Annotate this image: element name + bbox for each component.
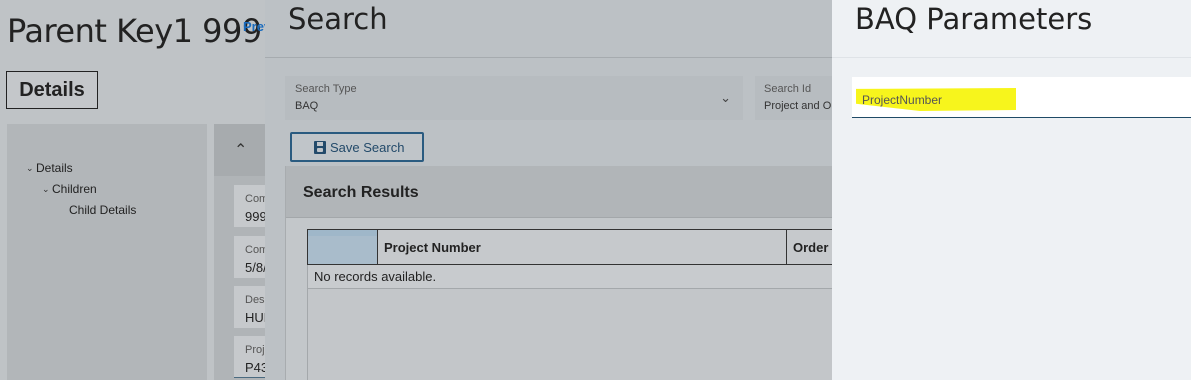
baq-title: BAQ Parameters [855,2,1093,36]
project-number-parameter-input[interactable]: ProjectNumber [852,77,1191,118]
baq-header: BAQ Parameters [832,0,1191,58]
tree-item-child-details[interactable]: Child Details [69,203,136,217]
form-field-project[interactable]: Proj P43 [234,336,265,378]
field-value: HUN [245,310,265,325]
chevron-up-icon: ⌃ [234,142,248,159]
search-results-header: Search Results [286,166,833,218]
field-value: P43 [245,360,265,375]
page-title: Parent Key1 999 [7,12,262,50]
field-value: 5/8/ [245,260,265,275]
field-label: Desi [245,294,265,306]
search-results-title: Search Results [303,184,419,201]
grid-empty-message: No records available. [307,265,833,289]
grid-header-project-number[interactable]: Project Number [378,230,787,264]
field-label: Com [245,193,265,205]
search-type-select[interactable]: Search Type BAQ ⌄ [285,76,743,120]
field-label: Proj [245,344,265,356]
collapse-button[interactable]: ⌃ [214,124,265,176]
chevron-down-icon: ⌄ [720,90,731,105]
save-search-label: Save Search [330,139,405,155]
tree-item-label: Child Details [69,203,137,217]
tree-item-children[interactable]: ⌄ Children [42,182,97,196]
search-id-value: Project and O [764,100,832,112]
search-id-label: Search Id [764,83,812,95]
chevron-down-icon: ⌄ [26,162,34,173]
form-field-company[interactable]: Com 999 [234,185,265,227]
chevron-down-icon: ⌄ [42,183,50,194]
grid-header-select[interactable] [308,230,378,264]
field-label: Com [245,244,265,256]
search-type-label: Search Type [295,83,357,95]
search-results-panel: Search Results Project Number Order N No… [285,166,834,380]
save-icon [314,141,326,154]
parameter-label: ProjectNumber [862,93,943,107]
tree-item-label: Details [36,161,73,175]
grid-body [307,289,833,380]
parent-record-page: Parent Key1 999 Prev Details ⌄ Details ⌄… [0,0,271,380]
results-grid: Project Number Order N No records availa… [307,229,834,380]
grid-header-row: Project Number Order N [307,229,834,265]
details-tab[interactable]: Details [6,71,98,109]
baq-parameters-panel: BAQ Parameters ProjectNumber [832,0,1191,380]
search-panel: Search Search Type BAQ ⌄ Search Id Proje… [265,0,834,380]
tree-item-label: Children [52,182,97,196]
tree-item-details[interactable]: ⌄ Details [26,161,73,175]
grid-header-order-number[interactable]: Order N [787,230,834,264]
search-title: Search [288,2,388,36]
field-value: 999 [245,209,265,224]
search-type-value: BAQ [295,100,319,112]
search-header: Search [265,0,832,58]
form-field-date[interactable]: Com 5/8/ [234,236,265,278]
form-field-description[interactable]: Desi HUN [234,286,265,328]
search-id-select[interactable]: Search Id Project and O [755,76,832,120]
save-search-button[interactable]: Save Search [290,132,424,162]
